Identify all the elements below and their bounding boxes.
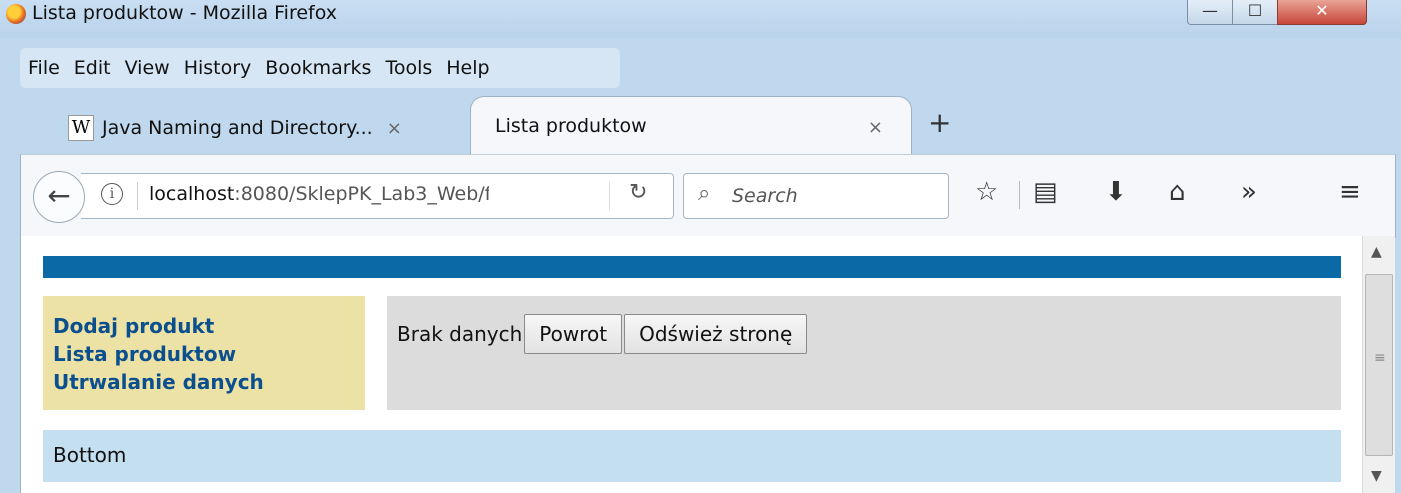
bookmark-star-icon[interactable]: ☆	[975, 177, 998, 207]
scroll-up-arrow-icon[interactable]: ▲	[1371, 244, 1382, 260]
page-content: Dodaj produkt Lista produktow Utrwalanie…	[20, 236, 1363, 493]
close-window-button[interactable]: ✕	[1277, 0, 1367, 25]
footer-bar: Bottom	[43, 430, 1341, 482]
menu-file[interactable]: File	[28, 57, 60, 79]
back-page-button[interactable]: Powrot	[524, 314, 623, 354]
tab-close-icon[interactable]: ×	[868, 117, 883, 138]
menu-view[interactable]: View	[125, 57, 170, 79]
scroll-down-arrow-icon[interactable]: ▼	[1371, 468, 1382, 484]
menu-help[interactable]: Help	[446, 57, 489, 79]
tab-close-icon[interactable]: ×	[387, 118, 402, 139]
tab-lista-produktow[interactable]: Lista produktow ×	[470, 96, 912, 157]
menu-edit[interactable]: Edit	[74, 57, 111, 79]
home-icon[interactable]: ⌂	[1169, 177, 1186, 207]
search-input[interactable]	[730, 180, 944, 212]
header-strip	[43, 256, 1341, 278]
hamburger-menu-icon[interactable]: ≡	[1339, 177, 1361, 207]
menu-tools[interactable]: Tools	[385, 57, 432, 79]
link-utrwalanie-danych[interactable]: Utrwalanie danych	[53, 368, 264, 396]
main-panel: Brak danych Powrot Odśwież stronę	[387, 296, 1341, 410]
refresh-page-button[interactable]: Odśwież stronę	[624, 314, 808, 354]
search-bar[interactable]: ⌕	[683, 173, 949, 219]
window-title-bar: Lista produktow - Mozilla Firefox — ☐ ✕	[0, 0, 1401, 38]
site-info-icon[interactable]: i	[101, 183, 123, 205]
link-lista-produktow[interactable]: Lista produktow	[53, 340, 264, 368]
reading-list-icon[interactable]: ▤	[1033, 177, 1058, 207]
reload-icon[interactable]: ↻	[629, 180, 647, 205]
new-tab-button[interactable]: +	[928, 106, 951, 139]
url-text[interactable]: localhost:8080/SklepPK_Lab3_Web/fa	[149, 183, 489, 205]
menu-bookmarks[interactable]: Bookmarks	[265, 57, 371, 79]
footer-text: Bottom	[53, 443, 127, 467]
navigation-toolbar: i localhost:8080/SklepPK_Lab3_Web/fa ↻ ←…	[20, 154, 1396, 238]
overflow-chevron-icon[interactable]: »	[1241, 177, 1257, 207]
no-data-text: Brak danych	[397, 322, 523, 346]
maximize-button[interactable]: ☐	[1232, 0, 1278, 25]
toolbar-divider	[1019, 181, 1020, 209]
tab-java-naming[interactable]: W Java Naming and Directory... ×	[60, 102, 468, 154]
window-title: Lista produktow - Mozilla Firefox	[32, 2, 338, 24]
wikipedia-favicon-icon: W	[68, 115, 94, 141]
download-icon[interactable]: ⬇	[1105, 177, 1127, 207]
link-dodaj-produkt[interactable]: Dodaj produkt	[53, 312, 264, 340]
menu-bar: File Edit View History Bookmarks Tools H…	[20, 48, 620, 88]
vertical-scrollbar[interactable]: ▲ ≡ ▼	[1362, 236, 1395, 493]
back-button[interactable]: ←	[33, 171, 85, 223]
url-path: :8080/SklepPK_Lab3_Web/fa	[234, 183, 489, 205]
url-host: localhost	[149, 183, 235, 205]
reload-divider	[609, 182, 610, 210]
menu-history[interactable]: History	[184, 57, 252, 79]
minimize-button[interactable]: —	[1187, 0, 1233, 25]
url-bar[interactable]: i localhost:8080/SklepPK_Lab3_Web/fa ↻	[81, 173, 674, 219]
tab-label: Lista produktow	[495, 115, 647, 137]
side-menu: Dodaj produkt Lista produktow Utrwalanie…	[43, 296, 365, 410]
search-icon: ⌕	[698, 181, 711, 206]
scrollbar-thumb[interactable]: ≡	[1365, 274, 1393, 456]
firefox-logo-icon	[6, 4, 26, 24]
scrollbar-grip-icon: ≡	[1374, 350, 1386, 366]
url-divider	[137, 182, 138, 210]
tab-label: Java Naming and Directory...	[102, 117, 373, 139]
